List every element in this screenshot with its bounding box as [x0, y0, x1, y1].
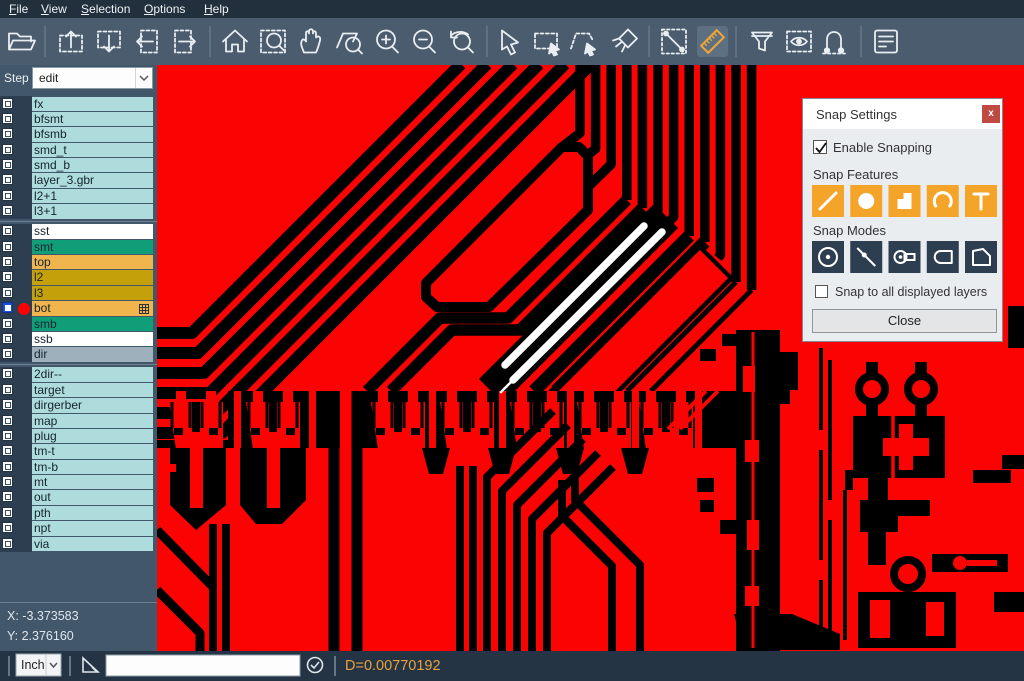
- svg-text:Inch: Inch: [21, 658, 45, 672]
- svg-text:D=0.00770192: D=0.00770192: [345, 658, 441, 674]
